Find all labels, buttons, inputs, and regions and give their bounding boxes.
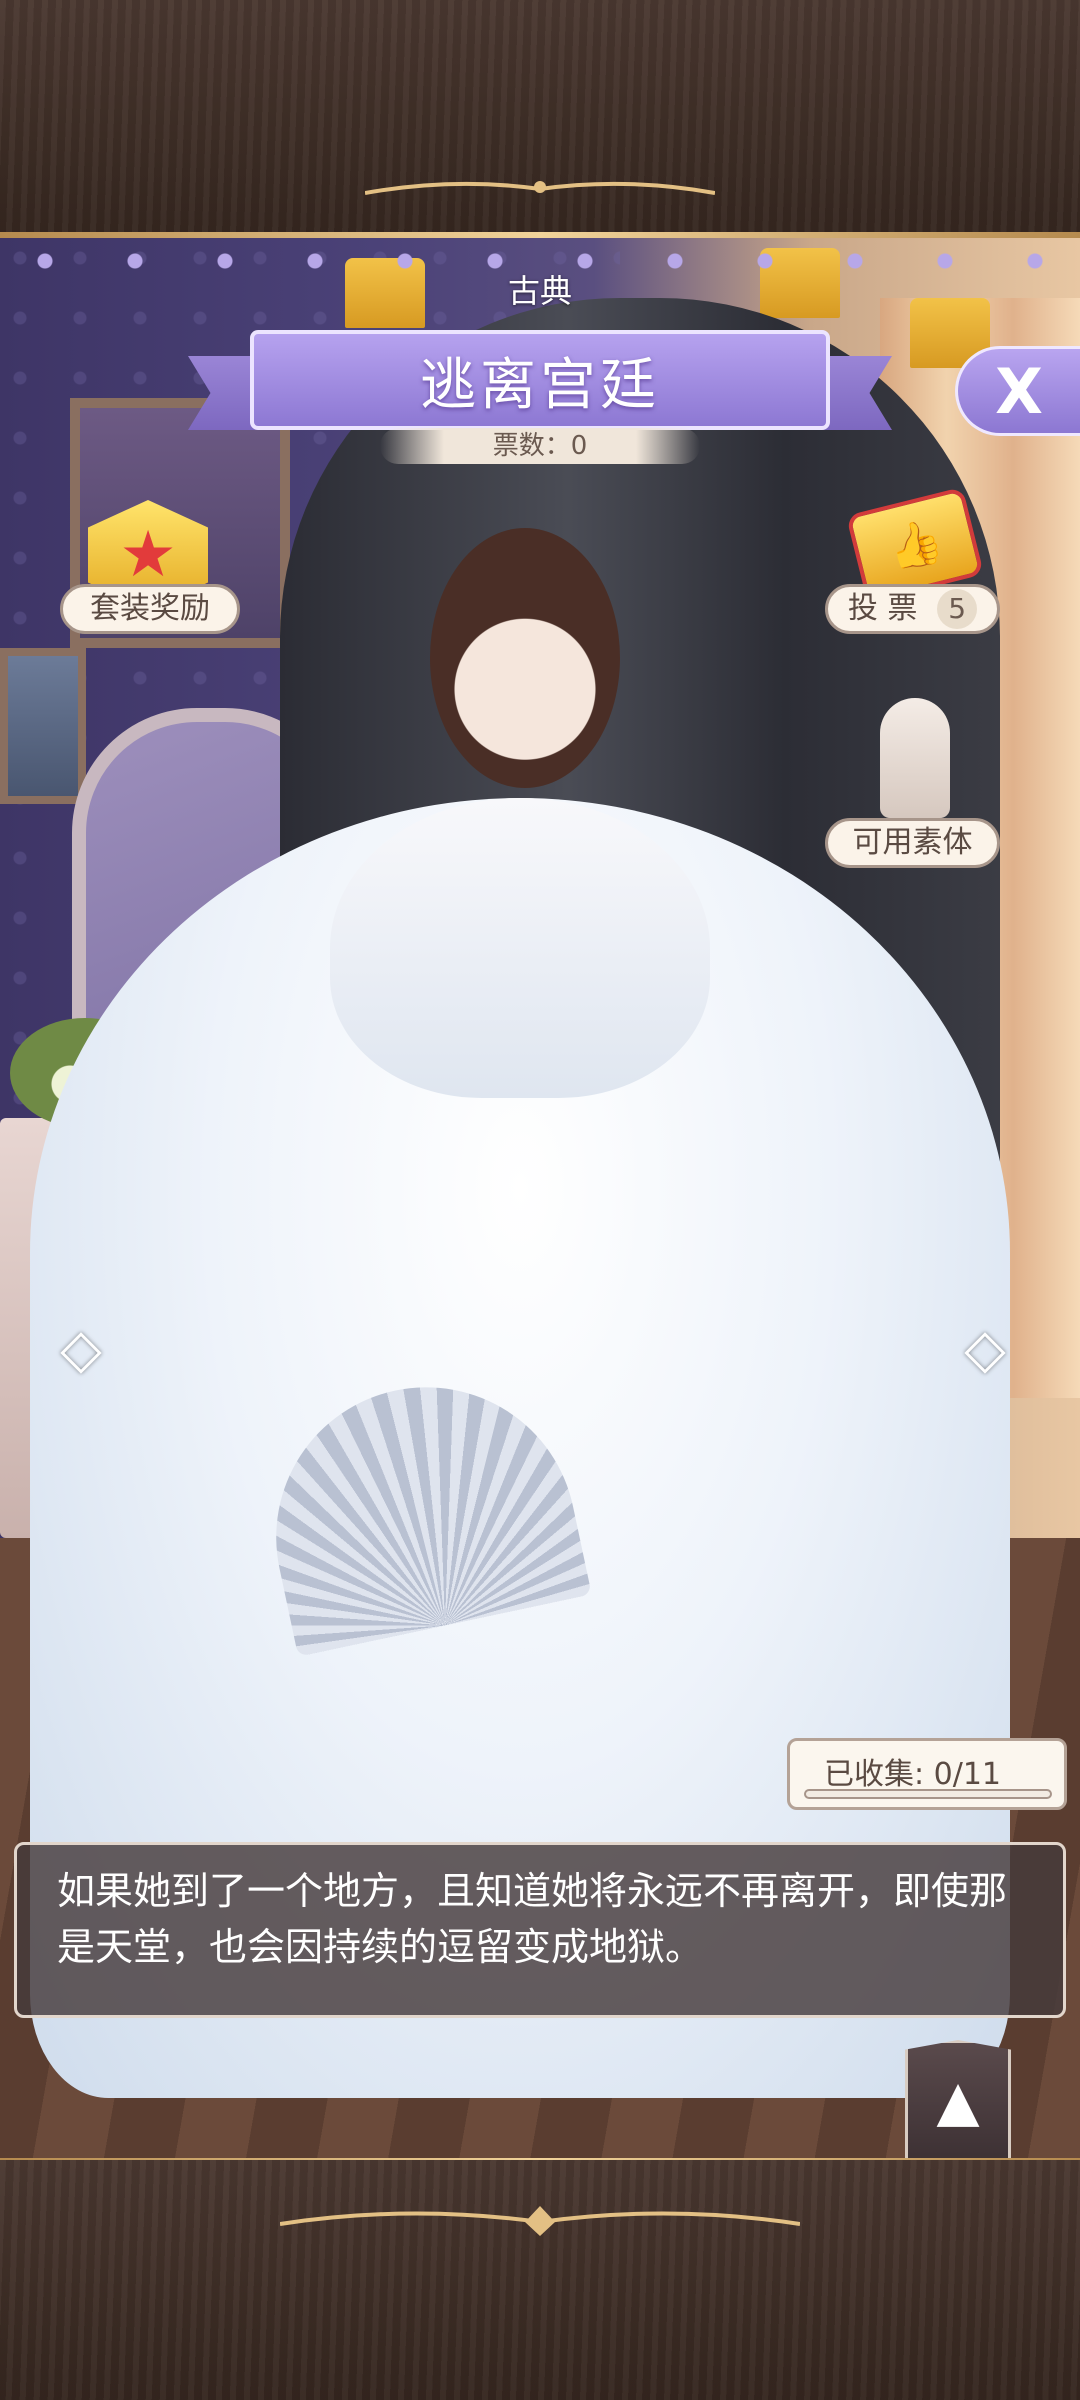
outfit-description: 如果她到了一个地方，且知道她将永远不再离开，即使那是天堂，也会因持续的逗留变成地… xyxy=(14,1842,1066,2018)
collection-progress-bar xyxy=(804,1789,1052,1799)
suit-reward-button[interactable]: 套装奖励 xyxy=(60,584,240,634)
votes-count: 票数：0 xyxy=(380,428,700,464)
wall-painting-small xyxy=(0,648,86,804)
previous-arrow-icon[interactable]: ◇ xyxy=(36,1317,126,1380)
available-model-button[interactable]: 可用素体 xyxy=(825,818,1000,868)
collection-progress[interactable]: 已收集: 0/11 xyxy=(787,1738,1067,1810)
bottom-frame xyxy=(0,2160,1080,2400)
next-arrow-icon[interactable]: ◇ xyxy=(940,1317,1030,1380)
outfit-title: 逃离宫廷 xyxy=(420,352,660,418)
character-bodice xyxy=(330,798,710,1098)
outfit-title-banner: 逃离宫廷 xyxy=(250,330,830,430)
top-ornament-icon xyxy=(365,181,715,195)
top-frame xyxy=(0,0,1080,238)
outfit-category: 古典 xyxy=(507,272,572,310)
close-button[interactable]: X xyxy=(955,346,1080,436)
vote-button[interactable]: 投 票 5 xyxy=(825,584,1000,634)
vote-count-badge: 5 xyxy=(937,589,978,629)
vote-label: 投 票 xyxy=(847,591,918,626)
collection-label: 已收集: 0/11 xyxy=(824,1757,1002,1792)
character-head xyxy=(430,528,620,788)
close-icon: X xyxy=(995,354,1043,428)
bottom-ornament-icon xyxy=(280,2206,800,2236)
chevron-up-icon: ▲ xyxy=(936,2069,980,2134)
star-icon: ★ xyxy=(119,518,177,592)
expand-button[interactable]: ▲ xyxy=(905,2040,1011,2160)
mannequin-icon[interactable] xyxy=(880,698,950,818)
